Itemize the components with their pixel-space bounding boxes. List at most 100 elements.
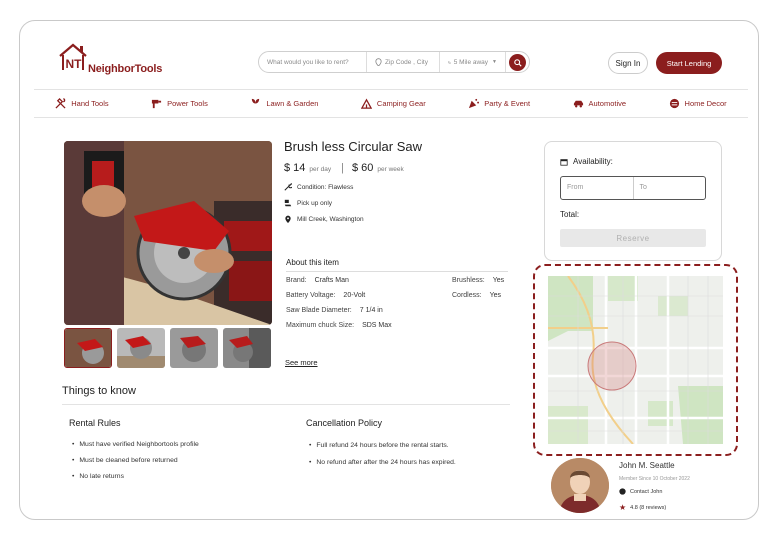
contact-owner-link[interactable]: Contact John — [619, 488, 662, 495]
rating-text: 4.8 (8 reviews) — [630, 504, 667, 511]
distance-value: 5 Mile away — [453, 58, 489, 66]
location-map[interactable] — [548, 276, 723, 444]
rental-rule-item: Must have verified Neighbortools profile — [72, 441, 198, 448]
from-date-input[interactable]: From — [561, 177, 634, 199]
nav-label: Power Tools — [167, 99, 208, 108]
spec-value: 20-Volt — [343, 292, 366, 299]
start-lending-button[interactable]: Start Lending — [656, 52, 722, 74]
price-separator: | — [341, 162, 344, 174]
star-icon: ★ — [619, 503, 627, 512]
spec-value: 7 1/4 in — [359, 307, 383, 314]
contact-text: Contact John — [630, 488, 663, 495]
cancellation-item: No refund after after the 24 hours has e… — [309, 459, 455, 466]
location-row: Mill Creek, Washington — [284, 215, 364, 223]
search-what-input[interactable]: What would you like to rent? — [259, 52, 367, 72]
nav-label: Lawn & Garden — [266, 99, 319, 108]
spec-label: Brand: — [286, 277, 307, 284]
nav-label: Automotive — [588, 99, 627, 108]
distance-select[interactable]: 5 Mile away ▼ — [440, 52, 506, 72]
cancellation-item: Full refund 24 hours before the rental s… — [309, 442, 448, 449]
nav-label: Hand Tools — [71, 99, 109, 108]
spec-label: Brushless: — [452, 277, 485, 284]
spec-value: Yes — [489, 292, 501, 299]
location-pin-icon — [375, 58, 382, 66]
distance-icon — [448, 60, 451, 64]
nav-party-event[interactable]: Party & Event — [468, 98, 530, 109]
map-pin-icon — [285, 215, 291, 223]
price-per-week: $ 60 — [351, 162, 374, 174]
product-thumbnail[interactable] — [64, 328, 112, 368]
search-location-placeholder: Zip Code , City — [385, 58, 428, 66]
search-icon — [513, 58, 522, 67]
chevron-down-icon: ▼ — [492, 59, 497, 65]
hand-tools-icon — [55, 98, 66, 109]
search-location-input[interactable]: Zip Code , City — [367, 52, 440, 72]
svg-text:NT: NT — [66, 57, 83, 71]
to-date-input[interactable]: To — [634, 177, 706, 199]
brand-name[interactable]: NeighborTools — [88, 63, 162, 75]
sign-in-button[interactable]: Sign In — [608, 52, 648, 74]
spec-blade: Saw Blade Diameter: 7 1/4 in — [286, 307, 383, 314]
spec-value: Crafts Man — [314, 277, 349, 284]
owner-avatar[interactable] — [551, 458, 609, 513]
about-item-heading: About this item — [286, 258, 508, 272]
things-to-know-heading: Things to know — [62, 385, 136, 397]
camping-icon — [360, 98, 372, 109]
search-what-placeholder: What would you like to rent? — [267, 58, 349, 66]
nav-label: Camping Gear — [376, 99, 426, 108]
lawn-garden-icon — [252, 98, 260, 109]
wrench-icon — [284, 183, 292, 191]
home-decor-icon — [669, 98, 679, 109]
see-more-link[interactable]: See more — [285, 358, 318, 367]
product-main-image[interactable] — [64, 141, 272, 325]
product-thumbnail[interactable] — [223, 328, 271, 368]
product-thumbnail[interactable] — [170, 328, 218, 368]
section-divider — [62, 404, 510, 405]
date-range-picker[interactable]: From To — [560, 176, 706, 200]
pickup-icon — [284, 199, 292, 207]
logo-house-icon[interactable]: NT — [58, 43, 88, 71]
search-bar: What would you like to rent? Zip Code , … — [258, 51, 530, 73]
rental-rule-item: Must be cleaned before returned — [72, 457, 177, 464]
spec-label: Battery Voltage: — [286, 292, 336, 299]
car-icon — [573, 100, 583, 108]
product-thumbnail[interactable] — [117, 328, 165, 368]
spec-cordless: Cordless: Yes — [452, 292, 501, 299]
price-day-unit: per day — [309, 166, 332, 173]
page-frame: NT NeighborTools What would you like to … — [19, 20, 759, 520]
condition-row: Condition: Flawless — [284, 183, 353, 191]
condition-text: Condition: Flawless — [297, 183, 354, 191]
reserve-button[interactable]: Reserve — [560, 229, 706, 247]
nav-hand-tools[interactable]: Hand Tools — [55, 98, 109, 109]
pickup-text: Pick up only — [297, 199, 333, 207]
nav-home-decor[interactable]: Home Decor — [669, 98, 727, 109]
nav-automotive[interactable]: Automotive — [573, 98, 627, 109]
price-row: $ 14 per day | $ 60 per week — [284, 162, 410, 174]
power-tools-icon — [152, 99, 162, 109]
spec-value: SDS Max — [362, 322, 392, 329]
nav-label: Party & Event — [484, 99, 531, 108]
owner-rating: ★ 4.8 (8 reviews) — [619, 503, 666, 512]
rental-rules-heading: Rental Rules — [69, 418, 121, 428]
nav-camping-gear[interactable]: Camping Gear — [360, 98, 426, 109]
location-text: Mill Creek, Washington — [297, 215, 364, 223]
spec-brand: Brand: Crafts Man — [286, 277, 349, 284]
spec-label: Saw Blade Diameter: — [286, 307, 352, 314]
nav-lawn-garden[interactable]: Lawn & Garden — [250, 98, 318, 109]
spec-label: Cordless: — [452, 292, 482, 299]
party-icon — [469, 98, 480, 109]
owner-member-since: Member Since 10 October 2022 — [619, 476, 690, 482]
price-week-unit: per week — [377, 166, 404, 173]
spec-label: Maximum chuck Size: — [286, 322, 355, 329]
calendar-icon — [560, 158, 568, 166]
spec-chuck: Maximum chuck Size: SDS Max — [286, 322, 392, 329]
spec-value: Yes — [492, 277, 505, 284]
product-title: Brush less Circular Saw — [284, 139, 422, 154]
availability-label: Availability: — [560, 157, 613, 166]
availability-text: Availability: — [573, 157, 613, 166]
category-nav: Hand Tools Power Tools Lawn & Garden Cam… — [34, 89, 748, 118]
search-button[interactable] — [509, 54, 526, 71]
nav-power-tools[interactable]: Power Tools — [151, 98, 208, 109]
owner-name[interactable]: John M. Seattle — [619, 461, 675, 470]
chat-icon — [619, 488, 626, 495]
